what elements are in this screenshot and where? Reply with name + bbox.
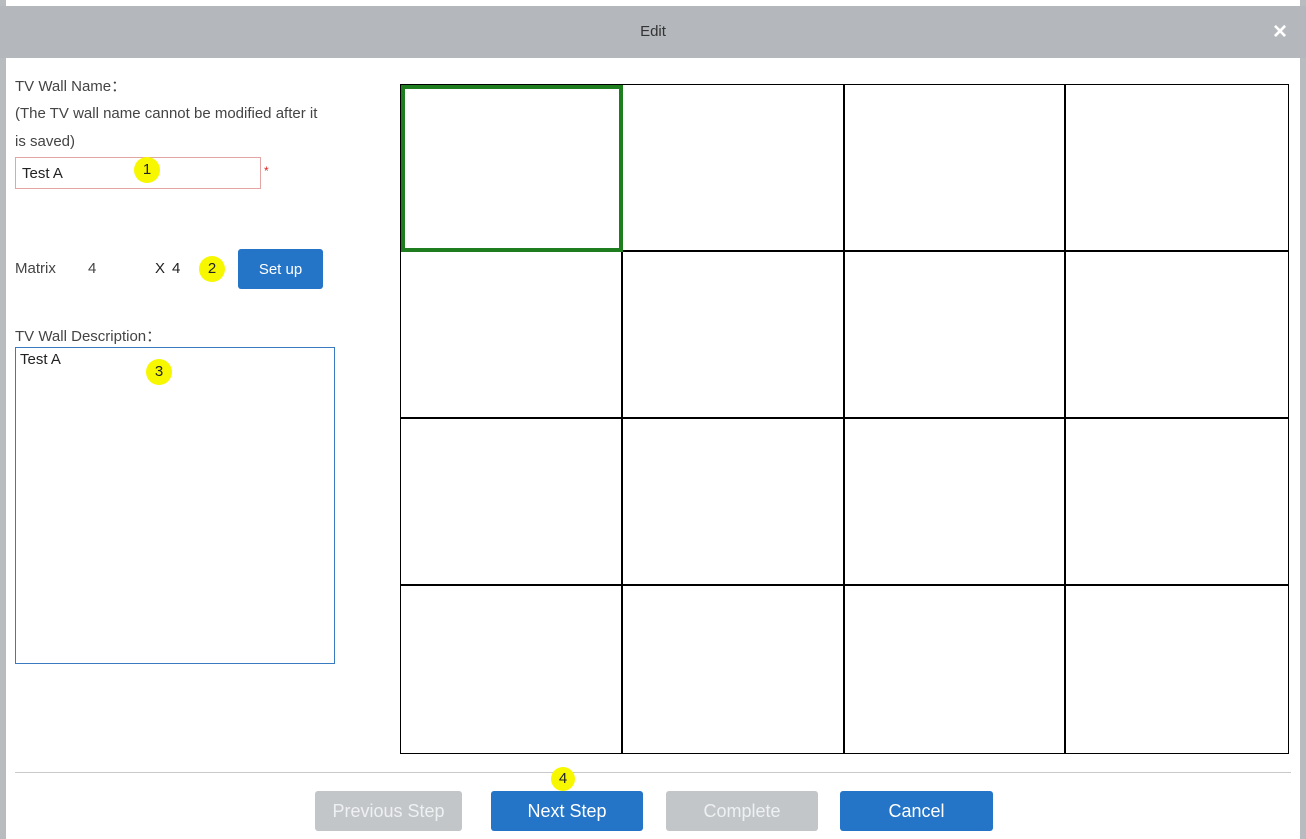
tv-wall-cell[interactable]: [844, 252, 1067, 419]
tv-wall-cell[interactable]: [1066, 586, 1288, 753]
tv-wall-cell[interactable]: [623, 586, 845, 753]
tv-wall-cell[interactable]: [401, 85, 623, 252]
step-badge-1: 1: [134, 157, 160, 183]
tv-wall-cell[interactable]: [844, 85, 1067, 252]
tv-wall-cell[interactable]: [1066, 419, 1288, 586]
matrix-label: Matrix: [15, 260, 56, 277]
close-icon[interactable]: ×: [1270, 20, 1290, 44]
tv-wall-cell[interactable]: [1066, 252, 1288, 419]
tv-wall-description-textarea[interactable]: Test A: [15, 347, 335, 664]
tv-wall-name-note-line2: is saved): [15, 133, 76, 150]
step-badge-2: 2: [199, 256, 225, 282]
matrix-x-symbol: X: [155, 260, 166, 277]
tv-wall-cell[interactable]: [622, 419, 845, 586]
tv-wall-cell[interactable]: [401, 419, 623, 586]
cancel-button[interactable]: Cancel: [840, 791, 993, 831]
next-step-button[interactable]: Next Step: [491, 791, 643, 831]
matrix-cols-value: 4: [172, 260, 181, 277]
footer-divider: [15, 772, 1291, 773]
tv-wall-cell[interactable]: [1066, 85, 1288, 252]
required-mark: *: [264, 164, 269, 178]
previous-step-button[interactable]: Previous Step: [315, 791, 462, 831]
tv-wall-cell[interactable]: [844, 419, 1067, 586]
dialog-title: Edit: [640, 23, 666, 40]
dialog-titlebar: Edit ×: [0, 6, 1306, 58]
setup-button[interactable]: Set up: [238, 249, 323, 289]
tv-wall-cell[interactable]: [401, 586, 623, 753]
tv-wall-cell[interactable]: [622, 85, 845, 252]
matrix-rows-value: 4: [88, 260, 97, 277]
tv-wall-cell[interactable]: [622, 252, 845, 419]
tv-wall-grid: [400, 84, 1289, 754]
tv-wall-name-note-line1: (The TV wall name cannot be modified aft…: [15, 105, 318, 122]
tv-wall-cell[interactable]: [401, 252, 623, 419]
step-badge-3: 3: [146, 359, 172, 385]
step-badge-4: 4: [551, 767, 575, 791]
tv-wall-description-label: TV Wall Description：: [15, 328, 162, 345]
tv-wall-cell[interactable]: [845, 586, 1067, 753]
tv-wall-name-label: TV Wall Name：: [15, 78, 127, 95]
complete-button[interactable]: Complete: [666, 791, 818, 831]
